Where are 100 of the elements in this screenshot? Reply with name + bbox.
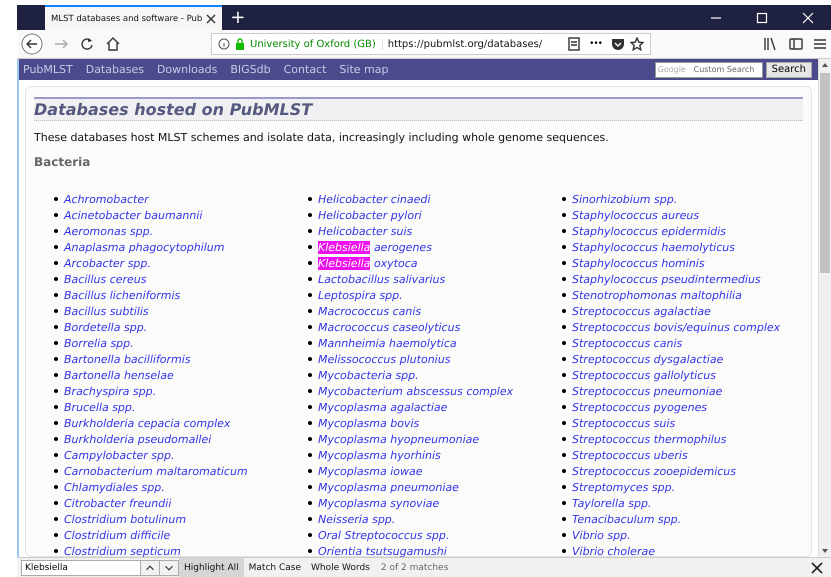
database-link[interactable]: Bordetella spp. <box>64 320 148 334</box>
database-link[interactable]: Mycoplasma hyorhinis <box>318 448 441 462</box>
database-link[interactable]: Streptococcus uberis <box>572 448 688 462</box>
find-option[interactable]: Match Case <box>244 558 306 577</box>
database-link[interactable]: Stenotrophomonas maltophilia <box>572 288 742 302</box>
address-bar[interactable]: University of Oxford (GB) https://pubmlst.org/databases/ ••• <box>211 33 651 55</box>
database-link[interactable]: Mycoplasma synoviae <box>318 496 440 510</box>
database-link[interactable]: Burkholderia cepacia complex <box>64 416 230 430</box>
nav-link[interactable]: Databases <box>86 63 144 76</box>
database-link[interactable]: Borrelia spp. <box>64 336 134 350</box>
database-link[interactable]: Klebsiella aerogenes <box>318 240 432 254</box>
menu-icon[interactable] <box>813 37 827 51</box>
database-link[interactable]: Bartonella bacilliformis <box>64 352 191 366</box>
database-link[interactable]: Mycoplasma bovis <box>318 416 420 430</box>
database-link[interactable]: Clostridium difficile <box>64 528 170 542</box>
database-link[interactable]: Burkholderia pseudomallei <box>64 432 212 446</box>
database-link[interactable]: Mycoplasma iowae <box>318 464 423 478</box>
database-link[interactable]: Brucella spp. <box>64 400 136 414</box>
database-link[interactable]: Clostridium septicum <box>64 544 181 557</box>
nav-link[interactable]: BIGSdb <box>230 63 271 76</box>
database-link[interactable]: Achromobacter <box>64 192 149 206</box>
nav-link[interactable]: Downloads <box>156 63 218 76</box>
more-actions-button[interactable]: ••• <box>589 39 602 49</box>
find-option[interactable]: Whole Words <box>306 558 375 577</box>
database-link[interactable]: Macrococcus caseolyticus <box>318 320 460 334</box>
close-icon[interactable] <box>811 562 823 574</box>
database-link[interactable]: Melissococcus plutonius <box>318 352 450 366</box>
back-icon[interactable] <box>21 33 43 55</box>
bullet <box>54 309 58 313</box>
database-link[interactable]: Bartonella henselae <box>64 368 174 382</box>
nav-link[interactable]: Contact <box>284 63 326 76</box>
database-link[interactable]: Campylobacter spp. <box>64 448 174 462</box>
database-link[interactable]: Aeromonas spp. <box>64 224 154 238</box>
database-link[interactable]: Vibrio cholerae <box>572 544 655 557</box>
database-link[interactable]: Clostridium botulinum <box>64 512 186 526</box>
reload-icon[interactable] <box>79 36 95 52</box>
browser-tab[interactable]: MLST databases and software - Pub <box>45 5 222 30</box>
database-link[interactable]: Streptococcus dysgalactiae <box>572 352 724 366</box>
database-link[interactable]: Leptospira spp. <box>318 288 403 302</box>
scrollbar[interactable] <box>818 59 831 557</box>
database-link[interactable]: Staphylococcus haemolyticus <box>572 240 735 254</box>
database-link[interactable]: Streptococcus zooepidemicus <box>572 464 736 478</box>
new-tab-button[interactable]: + <box>222 5 254 30</box>
database-link[interactable]: Oral Streptococcus spp. <box>318 528 450 542</box>
find-option[interactable]: Highlight All <box>179 558 244 577</box>
home-icon[interactable] <box>105 36 121 52</box>
database-link[interactable]: Streptococcus agalactiae <box>572 304 711 318</box>
sidebar-icon[interactable] <box>789 37 803 51</box>
database-link[interactable]: Chlamydiales spp. <box>64 480 165 494</box>
database-link[interactable]: Helicobacter cinaedi <box>318 192 430 206</box>
database-link[interactable]: Mycobacterium abscessus complex <box>318 384 514 398</box>
database-link[interactable]: Streptococcus canis <box>572 336 682 350</box>
padlock-icon[interactable] <box>235 38 245 50</box>
database-link[interactable]: Sinorhizobium spp. <box>572 192 678 206</box>
database-link[interactable]: Bacillus cereus <box>64 272 147 286</box>
info-icon[interactable] <box>218 38 230 50</box>
database-link[interactable]: Mycoplasma pneumoniae <box>318 480 459 494</box>
database-link[interactable]: Mycobacteria spp. <box>318 368 419 382</box>
database-link[interactable]: Mycoplasma hyopneumoniae <box>318 432 480 446</box>
star-icon[interactable] <box>630 37 644 51</box>
search-button[interactable]: Search <box>766 62 812 78</box>
database-link[interactable]: Citrobacter freundii <box>64 496 172 510</box>
database-link[interactable]: Macrococcus canis <box>318 304 422 318</box>
bullet <box>54 277 58 281</box>
database-link[interactable]: Staphylococcus aureus <box>572 208 700 222</box>
database-link[interactable]: Vibrio spp. <box>572 528 631 542</box>
database-link[interactable]: Tenacibaculum spp. <box>572 512 682 526</box>
nav-link[interactable]: Site map <box>339 63 388 76</box>
database-link[interactable]: Taylorella spp. <box>572 496 652 510</box>
reader-view-icon[interactable] <box>568 37 580 51</box>
database-link[interactable]: Streptococcus pneumoniae <box>572 384 722 398</box>
nav-link[interactable]: PubMLST <box>23 63 73 76</box>
database-link[interactable]: Brachyspira spp. <box>64 384 156 398</box>
find-field[interactable]: Klebsiella <box>21 560 141 576</box>
database-link[interactable]: Staphylococcus pseudintermedius <box>572 272 761 286</box>
database-link[interactable]: Orientia tsutsugamushi <box>318 544 447 557</box>
database-link[interactable]: Bacillus subtilis <box>64 304 149 318</box>
maximize-icon[interactable] <box>756 12 768 24</box>
database-link[interactable]: Streptomyces spp. <box>572 480 676 494</box>
database-link[interactable]: Streptococcus gallolyticus <box>572 368 716 382</box>
database-link[interactable]: Mannheimia haemolytica <box>318 336 457 350</box>
database-link[interactable]: Acinetobacter baumannii <box>64 208 202 222</box>
database-link[interactable]: Helicobacter pylori <box>318 208 422 222</box>
database-link[interactable]: Streptococcus pyogenes <box>572 400 708 414</box>
database-link[interactable]: Anaplasma phagocytophilum <box>64 240 224 254</box>
database-link[interactable]: Staphylococcus epidermidis <box>572 224 726 238</box>
database-link[interactable]: Bacillus licheniformis <box>64 288 180 302</box>
close-icon[interactable] <box>206 14 216 24</box>
database-link[interactable]: Streptococcus thermophilus <box>572 432 726 446</box>
database-link[interactable]: Arcobacter spp. <box>64 256 151 270</box>
database-link[interactable]: Neisseria spp. <box>318 512 396 526</box>
database-link[interactable]: Streptococcus suis <box>572 416 676 430</box>
database-link[interactable]: Mycoplasma agalactiae <box>318 400 448 414</box>
database-link[interactable]: Helicobacter suis <box>318 224 412 238</box>
scroll-thumb[interactable] <box>820 73 830 273</box>
database-link[interactable]: Streptococcus bovis/equinus complex <box>572 320 780 334</box>
database-link[interactable]: Staphylococcus hominis <box>572 256 705 270</box>
database-link[interactable]: Lactobacillus salivarius <box>318 272 446 286</box>
database-link[interactable]: Carnobacterium maltaromaticum <box>64 464 248 478</box>
pocket-icon[interactable] <box>611 37 625 51</box>
